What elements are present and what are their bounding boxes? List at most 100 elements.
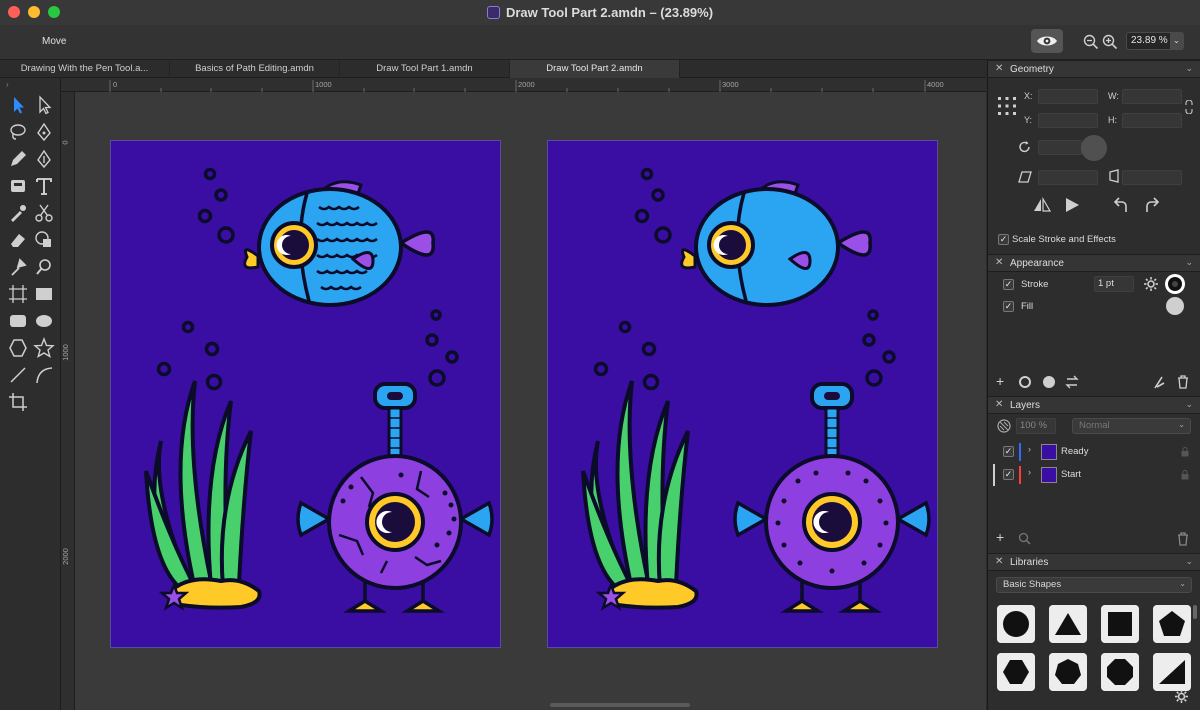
library-shape-triangle[interactable]	[1049, 605, 1087, 643]
shear-field[interactable]	[1038, 170, 1098, 185]
maximize-window-button[interactable]	[48, 6, 60, 18]
chevron-down-icon[interactable]: ⌄	[1185, 399, 1193, 410]
chevron-down-icon[interactable]: ⌄	[1170, 33, 1183, 49]
layer-visibility-checkbox[interactable]: ✓	[1003, 469, 1014, 480]
fill-tool-icon[interactable]	[7, 175, 29, 197]
text-tool-icon[interactable]	[33, 175, 55, 197]
close-panel-icon[interactable]: ✕	[995, 399, 1003, 410]
library-shape-octagon[interactable]	[1101, 653, 1139, 691]
close-panel-icon[interactable]: ✕	[995, 257, 1003, 268]
crop-tool-icon[interactable]	[7, 391, 29, 413]
stroke-color-swatch[interactable]	[1165, 274, 1185, 294]
eyedropper-tool-icon[interactable]	[7, 202, 29, 224]
artboard-tool-icon[interactable]	[7, 283, 29, 305]
stroke-width-field[interactable]: 1 pt	[1094, 276, 1134, 292]
layer-opacity-field[interactable]: 100 %	[1016, 418, 1056, 434]
horizontal-scrollbar[interactable]	[550, 703, 690, 707]
rounded-rect-tool-icon[interactable]	[7, 310, 29, 332]
artboard-start[interactable]	[110, 140, 501, 648]
library-shape-wedge[interactable]	[1153, 653, 1191, 691]
lasso-tool-icon[interactable]	[7, 121, 29, 143]
tab-drawing-with-pen-tool[interactable]: Drawing With the Pen Tool.a...	[0, 60, 170, 78]
trash-icon[interactable]	[1177, 375, 1189, 389]
expand-layer-icon[interactable]: ›	[1028, 467, 1031, 477]
y-field[interactable]	[1038, 113, 1098, 128]
pencil-tool-icon[interactable]	[7, 148, 29, 170]
rotate-right-icon[interactable]	[1144, 197, 1160, 213]
pen-tool-icon[interactable]	[33, 121, 55, 143]
w-field[interactable]	[1122, 89, 1182, 104]
chevron-down-icon[interactable]: ⌄	[1185, 257, 1193, 268]
arc-tool-icon[interactable]	[33, 364, 55, 386]
expand-layer-icon[interactable]: ›	[1028, 444, 1031, 454]
zoom-out-icon[interactable]	[1083, 34, 1099, 50]
close-panel-icon[interactable]: ✕	[995, 63, 1003, 74]
layer-row-start[interactable]: ✓ › Start	[988, 464, 1200, 486]
h-field[interactable]	[1122, 113, 1182, 128]
gear-icon[interactable]	[1143, 276, 1159, 292]
layer-row-ready[interactable]: ✓ › Ready	[988, 441, 1200, 463]
blend-mode-select[interactable]: Normal ⌄	[1072, 418, 1191, 434]
zoom-level-field[interactable]: 23.89 % ⌄	[1126, 32, 1184, 50]
reference-point-icon[interactable]	[997, 96, 1017, 116]
flip-horizontal-icon[interactable]	[1033, 197, 1051, 213]
ellipse-tool-icon[interactable]	[33, 310, 55, 332]
vertical-ruler[interactable]: 0 1000 2000	[61, 92, 75, 710]
add-stroke-icon[interactable]	[1018, 375, 1032, 389]
star-tool-icon[interactable]	[33, 337, 55, 359]
tab-draw-tool-part-2[interactable]: Draw Tool Part 2.amdn	[510, 60, 680, 78]
library-shape-circle[interactable]	[997, 605, 1035, 643]
close-panel-icon[interactable]: ✕	[995, 556, 1003, 567]
add-fill-icon[interactable]	[1042, 375, 1056, 389]
move-tool-icon[interactable]	[7, 94, 29, 116]
chevron-down-icon[interactable]: ⌄	[1185, 556, 1193, 567]
collapse-tools-icon[interactable]: ›	[6, 80, 9, 89]
direct-select-tool-icon[interactable]	[33, 94, 55, 116]
lock-proportions-icon[interactable]	[1185, 100, 1193, 114]
library-shape-pentagon[interactable]	[1153, 605, 1191, 643]
rotate-left-icon[interactable]	[1113, 197, 1129, 213]
horizontal-ruler[interactable]: 0 1000 2000 3000 4000	[61, 78, 986, 92]
rotation-dial[interactable]	[1081, 135, 1107, 161]
zoom-tool-icon[interactable]	[33, 256, 55, 278]
rotation-field[interactable]	[1038, 140, 1082, 155]
add-layer-icon[interactable]: +	[996, 529, 1004, 545]
libraries-panel-header[interactable]: ✕ Libraries ⌄	[988, 553, 1200, 571]
artboard-ready[interactable]	[547, 140, 938, 648]
geometry-panel-header[interactable]: ✕ Geometry ⌄	[988, 60, 1200, 78]
layers-panel-header[interactable]: ✕ Layers ⌄	[988, 396, 1200, 414]
libraries-scrollbar[interactable]	[1193, 605, 1197, 619]
color-picker-tool-icon[interactable]	[7, 256, 29, 278]
scale-stroke-checkbox[interactable]: ✓	[998, 234, 1009, 245]
clear-appearance-icon[interactable]	[1153, 375, 1165, 389]
lock-icon[interactable]	[1181, 470, 1189, 480]
library-shape-square[interactable]	[1101, 605, 1139, 643]
chevron-down-icon[interactable]: ⌄	[1185, 63, 1193, 74]
canvas-area[interactable]	[75, 92, 986, 710]
fill-visibility-checkbox[interactable]: ✓	[1003, 301, 1014, 312]
close-window-button[interactable]	[8, 6, 20, 18]
tab-draw-tool-part-1[interactable]: Draw Tool Part 1.amdn	[340, 60, 510, 78]
trash-icon[interactable]	[1177, 532, 1189, 546]
library-shape-hexagon[interactable]	[997, 653, 1035, 691]
add-appearance-icon[interactable]: +	[996, 373, 1004, 389]
library-select[interactable]: Basic Shapes ⌄	[996, 577, 1192, 593]
vector-brush-tool-icon[interactable]	[33, 148, 55, 170]
flip-vertical-icon[interactable]	[1064, 197, 1080, 213]
shape-builder-tool-icon[interactable]	[33, 229, 55, 251]
library-shape-heptagon[interactable]	[1049, 653, 1087, 691]
scissors-tool-icon[interactable]	[33, 202, 55, 224]
zoom-in-icon[interactable]	[1102, 34, 1118, 50]
minimize-window-button[interactable]	[28, 6, 40, 18]
view-mode-button[interactable]	[1031, 29, 1063, 53]
eraser-tool-icon[interactable]	[7, 229, 29, 251]
swap-icon[interactable]	[1065, 375, 1079, 389]
search-icon[interactable]	[1018, 532, 1031, 545]
rectangle-tool-icon[interactable]	[33, 283, 55, 305]
line-tool-icon[interactable]	[7, 364, 29, 386]
lock-icon[interactable]	[1181, 447, 1189, 457]
fill-color-swatch[interactable]	[1166, 297, 1184, 315]
layer-visibility-checkbox[interactable]: ✓	[1003, 446, 1014, 457]
x-field[interactable]	[1038, 89, 1098, 104]
skew-field[interactable]	[1122, 170, 1182, 185]
